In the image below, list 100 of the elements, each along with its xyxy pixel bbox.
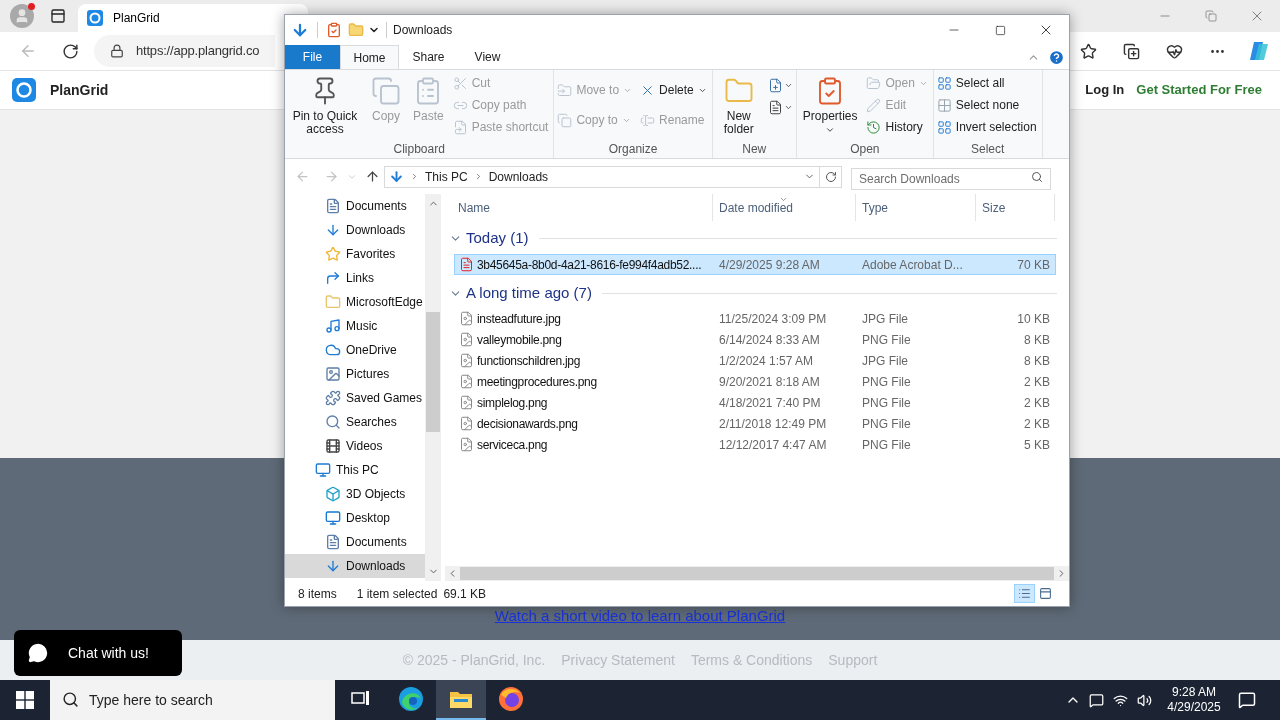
taskbar-app[interactable] — [436, 680, 486, 720]
file-name: 3b45645a-8b0d-4a21-8616-fe994f4adb52.... — [477, 256, 702, 274]
health-icon[interactable] — [1166, 42, 1183, 60]
ribbon-tab[interactable]: Home — [340, 45, 399, 70]
ribbon-tab[interactable]: File — [285, 45, 340, 69]
file-row[interactable]: meetingprocedures.png 9/20/2021 8:18 AM PNG File 2 KB — [454, 371, 1056, 392]
taskbar-search-field[interactable]: Type here to search — [50, 680, 335, 720]
header-link[interactable]: Get Started For Free — [1136, 80, 1262, 100]
nav-item[interactable]: Documents — [285, 530, 425, 554]
column-header[interactable]: Type — [856, 194, 976, 221]
refresh-icon — [824, 170, 837, 183]
edge-icon — [398, 686, 424, 712]
ribbon-button[interactable]: History — [866, 116, 930, 138]
image-file-icon — [459, 416, 474, 431]
nav-item[interactable]: Links — [285, 266, 425, 290]
ribbon-icon — [866, 119, 882, 135]
date-cell-text: 9/20/2021 8:18 AM — [718, 373, 821, 391]
volume-icon[interactable] — [1137, 692, 1152, 708]
download-icon[interactable] — [291, 21, 309, 39]
lock-icon[interactable] — [110, 44, 124, 58]
collections-icon[interactable] — [1123, 42, 1140, 60]
nav-item[interactable]: Saved Games — [285, 386, 425, 410]
start-icon[interactable] — [16, 691, 34, 709]
refresh-icon[interactable] — [62, 42, 79, 60]
group-label: Clipboard — [392, 141, 446, 158]
scroll-thumb[interactable] — [426, 312, 440, 432]
copilot-icon[interactable] — [1248, 40, 1270, 62]
file-row[interactable]: valleymobile.png 6/14/2024 8:33 AM PNG File 8 KB — [454, 329, 1056, 350]
nav-item[interactable]: Documents — [285, 194, 425, 218]
notifications-icon[interactable] — [1238, 691, 1256, 709]
help-icon[interactable] — [1048, 48, 1065, 66]
ribbon-button[interactable]: Pin to Quick access — [288, 70, 362, 140]
favorites-icon[interactable] — [1080, 42, 1097, 60]
up-icon[interactable] — [365, 169, 380, 184]
details-view-button[interactable] — [1014, 584, 1035, 603]
ribbon-button[interactable]: Properties — [799, 70, 861, 140]
nav-item[interactable]: Downloads — [285, 218, 425, 242]
ribbon-icon — [936, 97, 952, 113]
nav-item[interactable]: Music — [285, 314, 425, 338]
scrollbar[interactable] — [425, 194, 441, 581]
column-header[interactable]: Name — [441, 194, 713, 221]
chevron-icon[interactable] — [410, 172, 419, 181]
ribbon-icon — [640, 112, 656, 128]
file-row[interactable]: insteadfuture.jpg 11/25/2024 3:09 PM JPG File 10 KB — [454, 308, 1056, 329]
path-segment[interactable]: Downloads — [488, 167, 549, 186]
file-row[interactable]: 3b45645a-8b0d-4a21-8616-fe994f4adb52.... 4/29/2025 9:28 AM Adobe Acrobat D... 70 KB — [454, 254, 1056, 275]
column-header[interactable]: Date modified — [713, 194, 856, 221]
task-view-icon — [351, 690, 371, 708]
size-cell-text: 2 KB — [1023, 394, 1051, 412]
chat-icon — [28, 643, 48, 663]
file-row[interactable]: functionschildren.jpg 1/2/2024 1:57 AM JPG File 8 KB — [454, 350, 1056, 371]
copyright-text: © 2025 - PlanGrid, Inc. — [402, 650, 546, 670]
path-segment[interactable]: This PC — [425, 167, 468, 186]
ribbon-icon — [452, 119, 468, 135]
nav-item[interactable]: MicrosoftEdge — [285, 290, 425, 314]
search-icon[interactable] — [62, 691, 79, 708]
horizontal-scrollbar[interactable] — [445, 566, 1069, 581]
nav-item[interactable]: Videos — [285, 434, 425, 458]
tab-actions-icon[interactable] — [50, 8, 66, 24]
ribbon-button[interactable]: Select all — [936, 72, 1039, 94]
group-header[interactable]: A long time ago (7) — [441, 282, 1069, 304]
group-label: Open — [849, 141, 881, 158]
group-label: Select — [970, 141, 1006, 158]
refresh-button[interactable] — [820, 165, 842, 188]
file-name: valleymobile.png — [477, 331, 562, 349]
nav-item[interactable]: Searches — [285, 410, 425, 434]
ribbon-tab[interactable]: View — [458, 45, 517, 69]
scroll-thumb[interactable] — [460, 567, 1054, 580]
address-field[interactable]: This PC Downloads — [384, 165, 820, 188]
ribbon-tab[interactable]: Share — [399, 45, 458, 69]
nav-item[interactable]: Pictures — [285, 362, 425, 386]
restore-icon — [1205, 10, 1217, 22]
meet-icon[interactable] — [1089, 692, 1104, 708]
list-icon — [1018, 587, 1031, 600]
file-row[interactable]: decisionawards.png 2/11/2018 12:49 PM PNG File 2 KB — [454, 413, 1056, 434]
ribbon-icon — [557, 112, 573, 128]
header-link[interactable]: Log In — [1085, 80, 1125, 100]
image-file-icon — [459, 311, 474, 326]
ribbon-button[interactable]: Invert selection — [936, 116, 1039, 138]
chat-button[interactable]: Chat with us! — [14, 630, 182, 676]
address-field[interactable]: https://app.plangrid.co — [94, 35, 275, 67]
ribbon-button[interactable]: New folder — [715, 70, 762, 140]
ribbon-button[interactable]: Select none — [936, 94, 1039, 116]
browser-tab[interactable]: PlanGrid — [78, 4, 308, 32]
nav-item[interactable]: Desktop — [285, 506, 425, 530]
group-header[interactable]: Today (1) — [441, 227, 1069, 249]
file-row[interactable]: simplelog.png 4/18/2021 7:40 PM PNG File 2 KB — [454, 392, 1056, 413]
nav-item[interactable]: This PC — [285, 458, 425, 482]
network-icon[interactable] — [1113, 692, 1128, 708]
ribbon-button[interactable]: Delete — [640, 79, 709, 101]
column-header[interactable]: Size — [976, 194, 1055, 221]
nav-item[interactable]: Downloads — [285, 554, 425, 578]
file-row[interactable]: serviceca.png 12/12/2017 4:47 AM PNG File 5 KB — [454, 434, 1056, 455]
nav-item[interactable]: 3D Objects — [285, 482, 425, 506]
nav-item[interactable]: Favorites — [285, 242, 425, 266]
search-field[interactable]: Search Downloads — [851, 167, 1051, 190]
properties-icon[interactable] — [326, 22, 342, 38]
clock[interactable]: 9:28 AM 4/29/2025 — [1162, 685, 1226, 715]
nav-item[interactable]: OneDrive — [285, 338, 425, 362]
profile-avatar[interactable] — [10, 4, 34, 28]
